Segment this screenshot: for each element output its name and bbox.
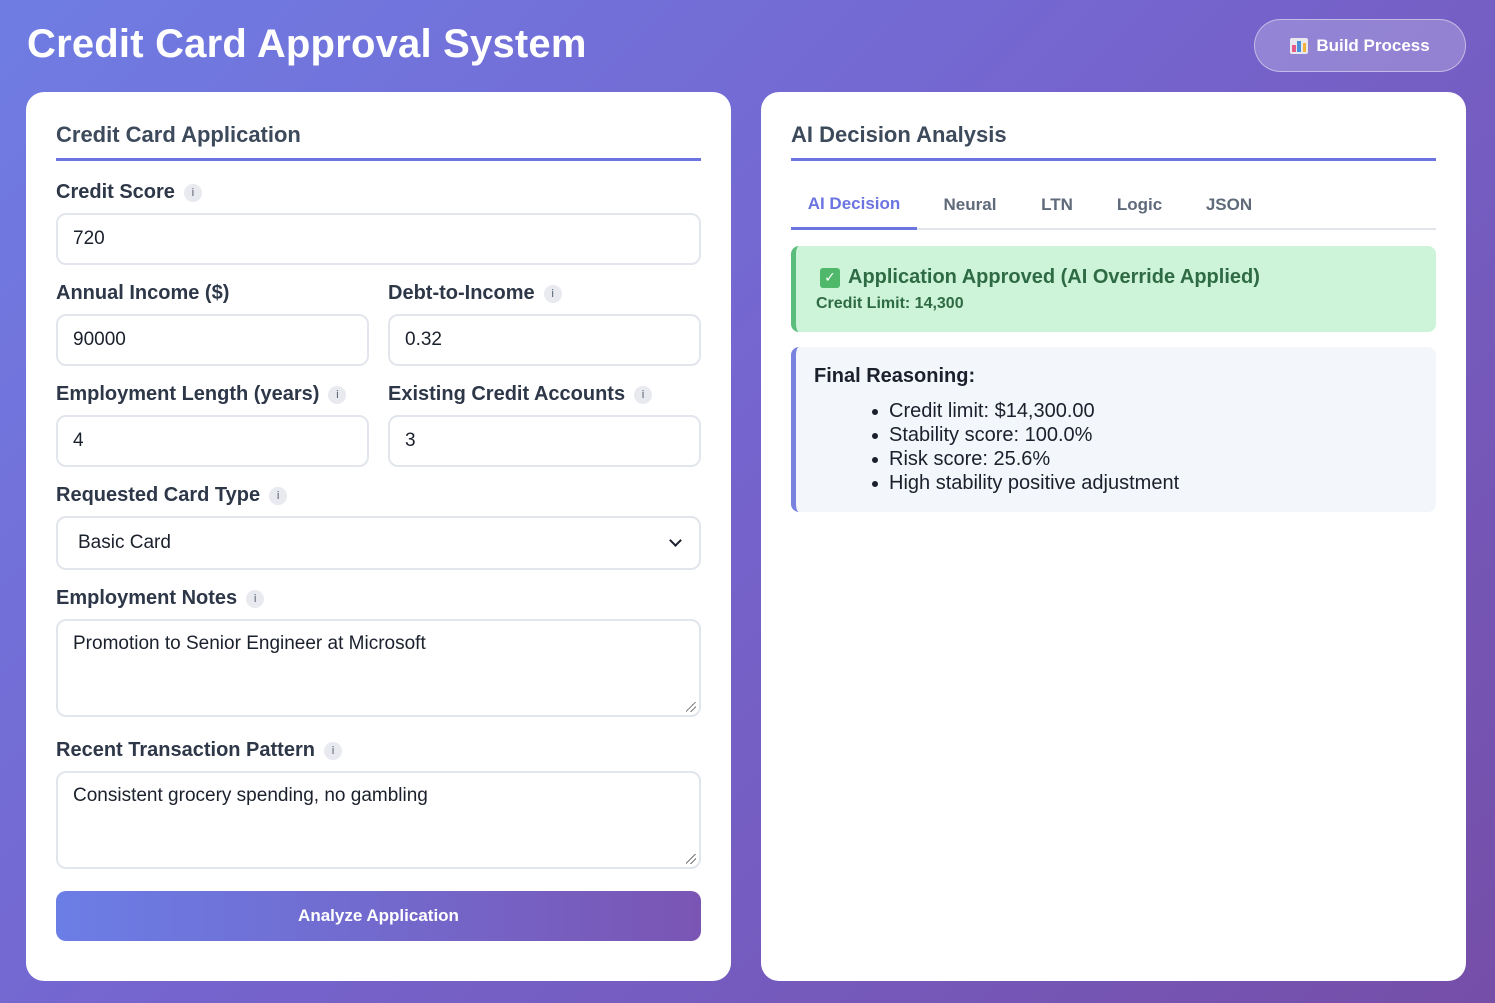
debt-to-income-input[interactable]: 0.32 [388, 314, 701, 366]
card-type-value: Basic Card [78, 532, 171, 553]
employment-notes-value: Promotion to Senior Engineer at Microsof… [73, 633, 426, 654]
debt-to-income-value: 0.32 [405, 329, 442, 350]
list-item: Credit limit: $14,300.00 [871, 399, 1179, 423]
resize-handle-icon[interactable] [686, 854, 696, 864]
employment-length-value: 4 [73, 430, 84, 451]
tab-json[interactable]: JSON [1188, 180, 1270, 230]
credit-score-label-text: Credit Score [56, 181, 175, 203]
tab-ltn[interactable]: LTN [1023, 180, 1091, 230]
build-process-button[interactable]: Build Process [1254, 19, 1466, 72]
card-type-select[interactable]: Basic Card [56, 516, 701, 570]
transaction-pattern-textarea[interactable]: Consistent grocery spending, no gambling [56, 771, 701, 869]
list-item: High stability positive adjustment [871, 472, 1180, 494]
existing-accounts-label-text: Existing Credit Accounts [388, 383, 626, 405]
result-title: ✓ Application Approved (AI Override Appl… [820, 266, 1260, 289]
check-icon: ✓ [820, 267, 840, 288]
application-form-panel: Credit Card Application Credit Score i 7… [26, 92, 731, 981]
info-icon[interactable]: i [323, 741, 342, 760]
employment-length-label: Employment Length (years) i [56, 383, 347, 406]
annual-income-label-text: Annual Income ($) [56, 282, 230, 304]
employment-notes-label-text: Employment Notes [56, 587, 238, 609]
existing-accounts-input[interactable]: 3 [388, 415, 701, 467]
list-item: Stability score: 100.0% [871, 423, 1179, 447]
info-icon[interactable]: i [543, 284, 562, 303]
reasoning-title: Final Reasoning: [814, 365, 976, 387]
transaction-pattern-label-text: Recent Transaction Pattern [56, 739, 315, 761]
approval-result-box: ✓ Application Approved (AI Override Appl… [791, 246, 1436, 332]
result-title-text: Application Approved (AI Override Applie… [848, 266, 1260, 288]
app-title: Credit Card Approval System [27, 22, 587, 66]
tab-logic[interactable]: Logic [1091, 180, 1188, 230]
employment-length-label-text: Employment Length (years) [56, 383, 320, 405]
credit-score-value: 720 [73, 228, 105, 249]
form-title: Credit Card Application [56, 122, 701, 161]
employment-notes-label: Employment Notes i [56, 587, 265, 610]
list-item: Risk score: 25.6% [871, 447, 1179, 471]
credit-score-input[interactable]: 720 [56, 213, 701, 265]
decision-analysis-panel: AI Decision Analysis AI Decision Neural … [761, 92, 1466, 981]
annual-income-input[interactable]: 90000 [56, 314, 369, 366]
tab-ai-decision[interactable]: AI Decision [791, 180, 917, 230]
credit-limit-text: Credit Limit: 14,300 [816, 295, 964, 312]
info-icon[interactable]: i [246, 589, 265, 608]
analysis-title: AI Decision Analysis [791, 122, 1436, 161]
info-icon[interactable]: i [183, 183, 202, 202]
annual-income-label: Annual Income ($) [56, 282, 229, 305]
credit-score-label: Credit Score i [56, 181, 202, 204]
analyze-application-button[interactable]: Analyze Application [56, 891, 701, 941]
analysis-tabs: AI Decision Neural LTN Logic JSON [791, 180, 1436, 230]
reasoning-list: Credit limit: $14,300.00 Stability score… [871, 399, 1180, 495]
existing-accounts-value: 3 [405, 430, 416, 451]
info-icon[interactable]: i [269, 486, 288, 505]
final-reasoning-box: Final Reasoning: Credit limit: $14,300.0… [791, 347, 1436, 512]
info-icon[interactable]: i [328, 385, 347, 404]
debt-to-income-label-text: Debt-to-Income [388, 282, 535, 304]
annual-income-value: 90000 [73, 329, 126, 350]
card-type-label: Requested Card Type i [56, 484, 288, 507]
transaction-pattern-label: Recent Transaction Pattern i [56, 739, 342, 762]
build-process-label: Build Process [1316, 35, 1430, 55]
employment-length-input[interactable]: 4 [56, 415, 369, 467]
debt-to-income-label: Debt-to-Income i [388, 282, 562, 305]
tab-neural[interactable]: Neural [917, 180, 1023, 230]
bar-chart-icon [1290, 37, 1309, 54]
info-icon[interactable]: i [634, 385, 653, 404]
existing-accounts-label: Existing Credit Accounts i [388, 383, 653, 406]
resize-handle-icon[interactable] [686, 702, 696, 712]
chevron-down-icon [669, 534, 682, 547]
employment-notes-textarea[interactable]: Promotion to Senior Engineer at Microsof… [56, 619, 701, 717]
card-type-label-text: Requested Card Type [56, 484, 261, 506]
transaction-pattern-value: Consistent grocery spending, no gambling [73, 785, 428, 806]
